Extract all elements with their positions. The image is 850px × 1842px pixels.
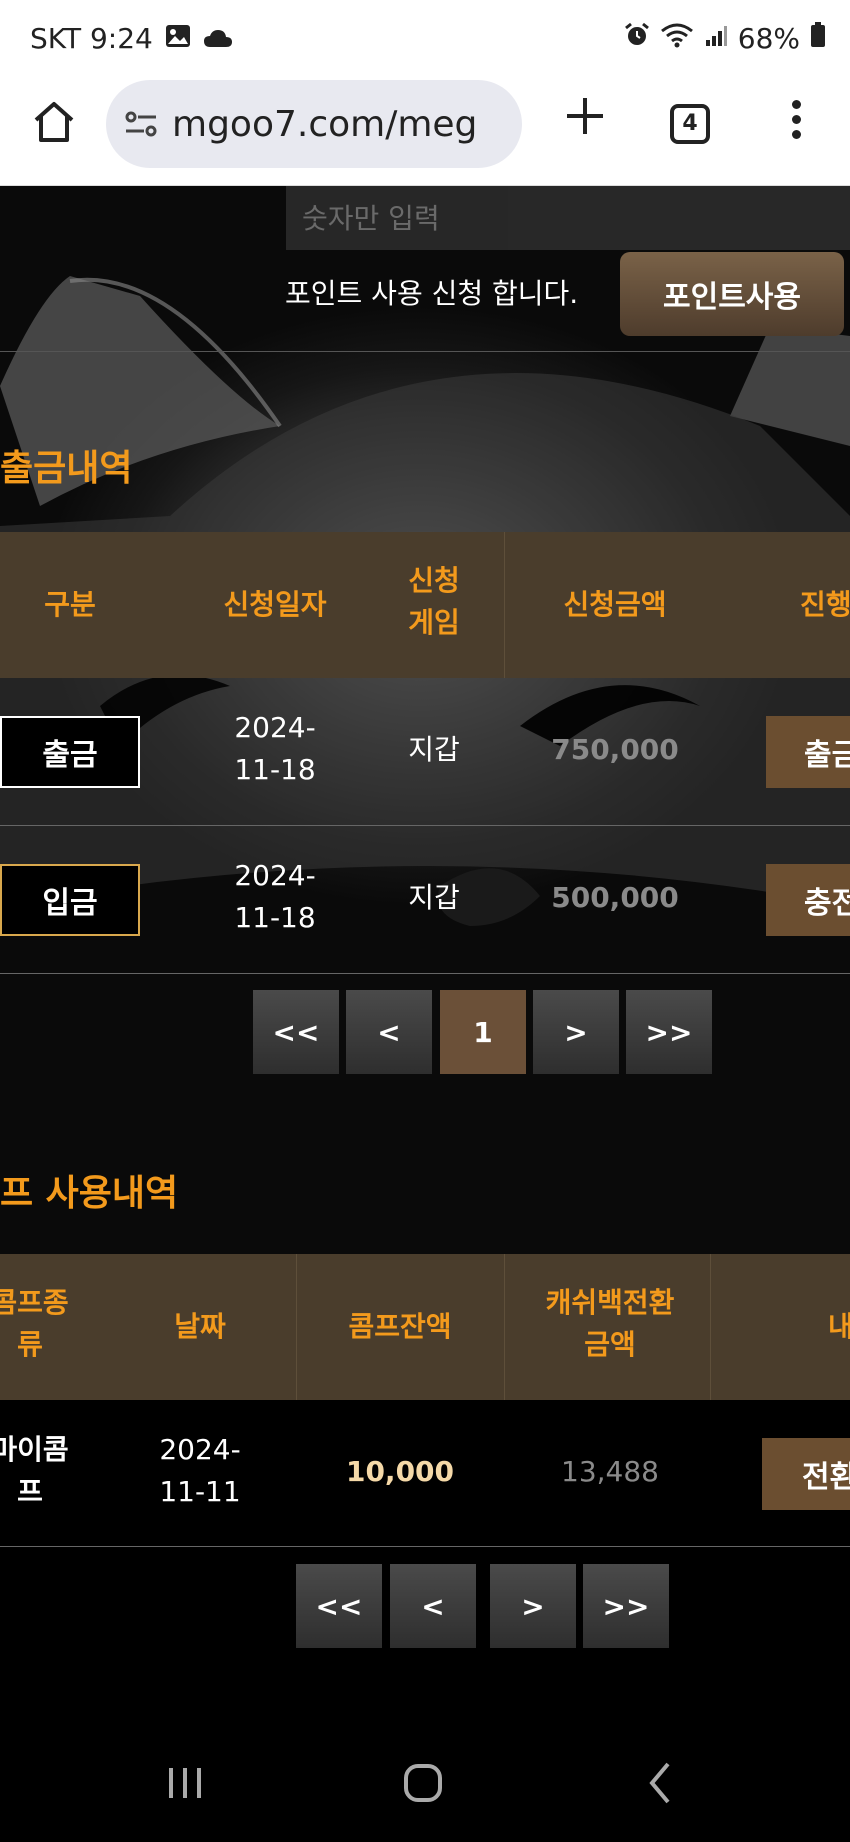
- back-button[interactable]: [630, 1760, 690, 1806]
- pager-last-button[interactable]: >>: [583, 1564, 669, 1648]
- history-table-header: 구분 신청일자 신청 게임 신청금액 진행: [0, 532, 850, 678]
- home-nav-button[interactable]: [392, 1760, 452, 1806]
- pager-first-button[interactable]: <<: [296, 1564, 382, 1648]
- type-badge-withdraw: 출금: [0, 716, 140, 788]
- points-request-text: 포인트 사용 신청 합니다.: [285, 277, 579, 310]
- col-separator: [504, 532, 505, 678]
- pager-last-button[interactable]: >>: [626, 990, 712, 1074]
- points-amount-input[interactable]: [286, 186, 850, 250]
- row-date-day: 11-18: [234, 753, 316, 786]
- tab-switcher-button[interactable]: 4: [670, 104, 710, 144]
- col-game-line1: 신청: [408, 564, 460, 597]
- col-separator: [504, 1254, 505, 1400]
- col-cashback-line2: 금액: [584, 1328, 636, 1361]
- col-type: 구분: [44, 588, 96, 621]
- col-separator: [710, 1254, 711, 1400]
- col-cashback-line1: 캐쉬백전환: [545, 1286, 675, 1319]
- dot-icon: [791, 100, 801, 109]
- dot-icon: [791, 115, 801, 124]
- site-settings-icon[interactable]: [124, 109, 158, 139]
- status-left: SKT 9:24: [30, 22, 233, 55]
- browser-toolbar: mgoo7.com/meg 4: [0, 80, 850, 186]
- home-button[interactable]: [30, 98, 78, 146]
- address-bar[interactable]: mgoo7.com/meg: [106, 80, 522, 168]
- row-date-year: 2024-: [234, 711, 316, 744]
- status-bar: SKT 9:24 68%: [0, 0, 850, 80]
- back-icon: [649, 1762, 670, 1804]
- status-badge-charge[interactable]: 충전: [766, 864, 850, 936]
- row-amount: 500,000: [551, 881, 679, 914]
- col-balance: 콤프잔액: [348, 1310, 452, 1343]
- table-row: 입금 2024- 11-18 지갑 500,000 충전: [0, 826, 850, 974]
- battery-icon: [810, 22, 826, 55]
- points-amount-field[interactable]: [286, 186, 850, 250]
- use-points-button[interactable]: 포인트사용: [620, 252, 844, 336]
- col-date: 신청일자: [223, 588, 327, 621]
- col-separator: [296, 1254, 297, 1400]
- status-right: 68%: [624, 22, 826, 55]
- type-badge-deposit: 입금: [0, 864, 140, 936]
- carrier-time: SKT 9:24: [30, 22, 153, 55]
- battery-percent: 68%: [737, 22, 800, 55]
- col-game-line2: 게임: [408, 606, 460, 639]
- more-menu-button[interactable]: [784, 100, 808, 150]
- row-kind-line1: 마이콤: [0, 1433, 69, 1466]
- alarm-icon: [624, 22, 650, 55]
- history-section-title: 출금내역: [0, 448, 133, 489]
- col-status: 진행: [800, 588, 850, 621]
- comp-table-header: 콤프종 류 날짜 콤프잔액 캐쉬백전환 금액 내: [0, 1254, 850, 1400]
- recent-apps-button[interactable]: [155, 1760, 215, 1806]
- table-row: 출금 2024- 11-18 지갑 750,000 출금: [0, 678, 850, 826]
- col-date: 날짜: [174, 1310, 226, 1343]
- row-date-year: 2024-: [234, 859, 316, 892]
- col-kind-line1: 콤프종: [0, 1286, 69, 1319]
- home-circle-icon: [404, 1764, 442, 1802]
- web-page: 포인트 사용 신청 합니다. 포인트사용 출금내역 구분 신청일자 신청 게임 …: [0, 186, 850, 1722]
- new-tab-button[interactable]: [560, 94, 610, 144]
- pager-first-button[interactable]: <<: [253, 990, 339, 1074]
- row-game: 지갑: [408, 881, 460, 914]
- table-row: 마이콤 프 2024- 11-11 10,000 13,488 전환: [0, 1400, 850, 1547]
- url-text[interactable]: mgoo7.com/meg: [172, 104, 477, 145]
- plus-icon: [567, 98, 603, 134]
- system-nav-bar: [0, 1722, 850, 1842]
- pager-prev-button[interactable]: <: [390, 1564, 476, 1648]
- row-game: 지갑: [408, 733, 460, 766]
- cloud-icon: [203, 22, 233, 55]
- pager-page-1[interactable]: 1: [440, 990, 526, 1074]
- image-icon: [165, 22, 191, 55]
- row-date-year: 2024-: [159, 1433, 241, 1466]
- signal-icon: [704, 22, 728, 55]
- row-date-day: 11-18: [234, 901, 316, 934]
- pager-next-button[interactable]: >: [490, 1564, 576, 1648]
- dot-icon: [791, 130, 801, 139]
- row-balance: 10,000: [345, 1455, 455, 1488]
- recent-apps-icon: [169, 1768, 201, 1798]
- pager-prev-button[interactable]: <: [346, 990, 432, 1074]
- wifi-icon: [660, 22, 694, 55]
- divider: [0, 351, 850, 352]
- row-cashback: 13,488: [561, 1455, 659, 1488]
- col-detail: 내: [828, 1310, 850, 1343]
- col-amount: 신청금액: [563, 588, 667, 621]
- row-date-day: 11-11: [159, 1475, 241, 1508]
- convert-button[interactable]: 전환: [762, 1438, 850, 1510]
- pager-next-button[interactable]: >: [533, 990, 619, 1074]
- home-icon: [34, 102, 74, 142]
- col-kind-line2: 류: [17, 1328, 43, 1361]
- row-kind-line2: 프: [17, 1475, 43, 1508]
- row-amount: 750,000: [551, 733, 679, 766]
- status-badge-withdraw[interactable]: 출금: [766, 716, 850, 788]
- comp-section-title: 프 사용내역: [0, 1173, 179, 1214]
